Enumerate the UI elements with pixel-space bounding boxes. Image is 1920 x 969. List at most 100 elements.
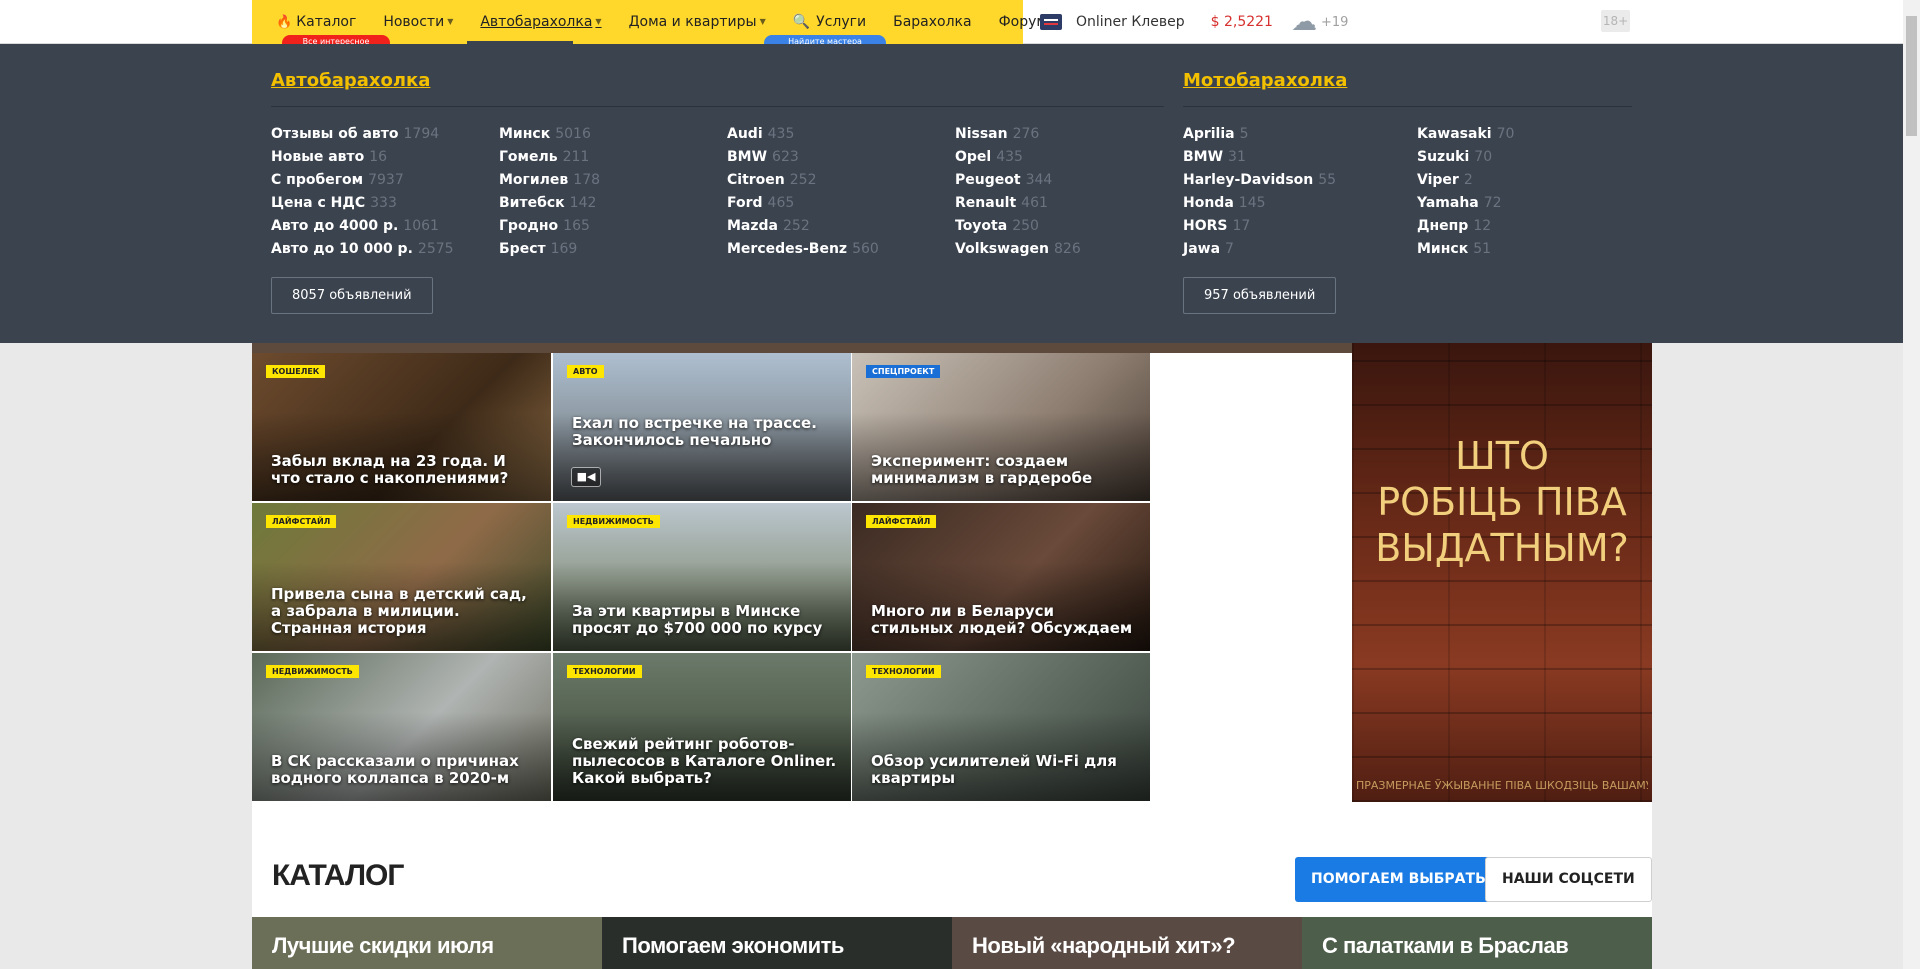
news-tile[interactable]: Лайфстайл Привела сына в детский сад, а з… xyxy=(252,503,551,651)
auto-count-button[interactable]: 8057 объявлений xyxy=(271,277,433,314)
nav-auto[interactable]: Автобарахолка ▼ xyxy=(480,14,601,30)
catalog-card-title: С палатками в Браслав xyxy=(1322,933,1569,958)
dropdown-link[interactable]: Гродно 165 xyxy=(499,215,600,238)
category-tag[interactable]: Лайфстайл xyxy=(266,515,337,528)
listing-count: 70 xyxy=(1474,149,1493,165)
divider xyxy=(1183,106,1632,107)
news-title[interactable]: Привела сына в детский сад, а забрала в … xyxy=(271,586,537,637)
dropdown-link[interactable]: Ford 465 xyxy=(727,192,879,215)
temperature[interactable]: +19 xyxy=(1321,15,1348,30)
category-tag[interactable]: Недвижимость xyxy=(266,665,359,678)
dropdown-link[interactable]: Viper 2 xyxy=(1417,169,1514,192)
dropdown-link[interactable]: С пробегом 7937 xyxy=(271,169,454,192)
news-title[interactable]: Эксперимент: создаем минимализм в гардер… xyxy=(871,453,1136,487)
scrollbar-thumb[interactable] xyxy=(1906,16,1917,136)
news-title[interactable]: Много ли в Беларуси стильных людей? Обсу… xyxy=(871,603,1136,637)
listing-count: 1794 xyxy=(403,126,440,142)
currency-rate[interactable]: $ 2,5221 xyxy=(1211,14,1273,30)
nav-realty[interactable]: Дома и квартиры ▼ xyxy=(629,14,766,30)
dropdown-link[interactable]: Audi 435 xyxy=(727,123,879,146)
dropdown-link[interactable]: Suzuki 70 xyxy=(1417,146,1514,169)
dropdown-link[interactable]: Renault 461 xyxy=(955,192,1081,215)
category-tag[interactable]: Кошелек xyxy=(266,365,326,378)
auto-flea-title[interactable]: Автобарахолка xyxy=(271,70,430,91)
dropdown-link[interactable]: Nissan 276 xyxy=(955,123,1081,146)
dropdown-link[interactable]: Opel 435 xyxy=(955,146,1081,169)
dropdown-link[interactable]: Honda 145 xyxy=(1183,192,1336,215)
dropdown-link[interactable]: Toyota 250 xyxy=(955,215,1081,238)
news-title[interactable]: Забыл вклад на 23 года. И что стало с на… xyxy=(271,453,537,487)
dropdown-link[interactable]: Новые авто 16 xyxy=(271,146,454,169)
dropdown-link[interactable]: Авто до 4000 р. 1061 xyxy=(271,215,454,238)
news-tile[interactable]: Технологии Свежий рейтинг роботов-пылесос… xyxy=(553,653,851,801)
moto-flea-title[interactable]: Мотобарахолка xyxy=(1183,70,1347,91)
news-tile[interactable]: Кошелек Забыл вклад на 23 года. И что ста… xyxy=(252,353,551,501)
dropdown-link[interactable]: Citroen 252 xyxy=(727,169,879,192)
category-tag[interactable]: Спецпроект xyxy=(866,365,941,378)
ad-headline: ШТО РОБІЦЬ ПІВА ВЫДАТНЫМ? xyxy=(1375,434,1629,570)
chevron-down-icon: ▼ xyxy=(447,17,454,26)
catalog-card[interactable]: С палатками в Браслав xyxy=(1302,917,1652,969)
dropdown-link[interactable]: Минск 5016 xyxy=(499,123,600,146)
news-tile[interactable]: Технологии Обзор усилителей Wi-Fi для ква… xyxy=(852,653,1150,801)
dropdown-link[interactable]: Отзывы об авто 1794 xyxy=(271,123,454,146)
catalog-card-title: Лучшие скидки июля xyxy=(272,933,494,958)
dropdown-link[interactable]: BMW 623 xyxy=(727,146,879,169)
listing-count: 31 xyxy=(1228,149,1246,165)
news-tile[interactable]: Недвижимость В СК рассказали о причинах в… xyxy=(252,653,551,801)
catalog-card[interactable]: Помогаем экономить xyxy=(602,917,952,969)
dropdown-link[interactable]: Минск 51 xyxy=(1417,238,1514,261)
category-tag[interactable]: Недвижимость xyxy=(567,515,660,528)
divider xyxy=(271,106,1164,107)
nav-services[interactable]: 🔍 Услуги xyxy=(793,14,866,30)
main-content: Кошелек Забыл вклад на 23 года. И что ста… xyxy=(252,343,1652,969)
help-choose-button[interactable]: ПОМОГАЕМ ВЫБРАТЬ xyxy=(1295,857,1502,902)
listing-count: 7 xyxy=(1225,241,1234,257)
dropdown-link[interactable]: Peugeot 344 xyxy=(955,169,1081,192)
dropdown-link[interactable]: Mazda 252 xyxy=(727,215,879,238)
clever-link[interactable]: Onliner Клевер xyxy=(1076,14,1185,30)
news-tile[interactable]: Недвижимость За эти квартиры в Минске про… xyxy=(553,503,851,651)
page-scrollbar[interactable] xyxy=(1903,0,1920,969)
dropdown-link[interactable]: Могилев 178 xyxy=(499,169,600,192)
dropdown-link[interactable]: Mercedes-Benz 560 xyxy=(727,238,879,261)
news-title[interactable]: Свежий рейтинг роботов-пылесосов в Катал… xyxy=(572,736,837,787)
link-column: Минск 5016 Гомель 211 Могилев 178 Витебск 142 Гр… xyxy=(499,123,600,261)
nav-catalog[interactable]: 🔥 Каталог xyxy=(276,14,356,30)
dropdown-link[interactable]: Volkswagen 826 xyxy=(955,238,1081,261)
dropdown-link[interactable]: Витебск 142 xyxy=(499,192,600,215)
dropdown-link[interactable]: Harley-Davidson 55 xyxy=(1183,169,1336,192)
category-tag[interactable]: Авто xyxy=(567,365,604,378)
news-tile[interactable]: Спецпроект Эксперимент: создаем минимализ… xyxy=(852,353,1150,501)
social-button[interactable]: НАШИ СОЦСЕТИ xyxy=(1485,857,1652,902)
news-title[interactable]: Обзор усилителей Wi-Fi для квартиры xyxy=(871,753,1136,787)
news-tile[interactable]: Лайфстайл Много ли в Беларуси стильных лю… xyxy=(852,503,1150,651)
moto-count-button[interactable]: 957 объявлений xyxy=(1183,277,1337,314)
dropdown-link[interactable]: BMW 31 xyxy=(1183,146,1336,169)
dropdown-link[interactable]: HORS 17 xyxy=(1183,215,1336,238)
news-title[interactable]: В СК рассказали о причинах водного колла… xyxy=(271,753,537,787)
catalog-card[interactable]: Новый «народный хит»? xyxy=(952,917,1302,969)
dropdown-link[interactable]: Yamaha 72 xyxy=(1417,192,1514,215)
beer-ad-banner[interactable]: ШТО РОБІЦЬ ПІВА ВЫДАТНЫМ? ПРАЗМЕРНАЕ ЎЖЫ… xyxy=(1352,343,1652,802)
dropdown-link[interactable]: Гомель 211 xyxy=(499,146,600,169)
category-tag[interactable]: Лайфстайл xyxy=(866,515,937,528)
category-tag[interactable]: Технологии xyxy=(567,665,642,678)
dropdown-link[interactable]: Брест 169 xyxy=(499,238,600,261)
right-navigation: Onliner Клевер $ 2,5221 ☁ +19 xyxy=(1040,0,1348,44)
dropdown-link[interactable]: Цена с НДС 333 xyxy=(271,192,454,215)
dropdown-link[interactable]: Днепр 12 xyxy=(1417,215,1514,238)
catalog-card[interactable]: Лучшие скидки июля xyxy=(252,917,602,969)
listing-count: 51 xyxy=(1473,241,1492,257)
dropdown-link[interactable]: Aprilia 5 xyxy=(1183,123,1336,146)
dropdown-link[interactable]: Kawasaki 70 xyxy=(1417,123,1514,146)
news-tile[interactable]: Авто Ехал по встречке на трассе. Закончил… xyxy=(553,353,851,501)
listing-count: 5 xyxy=(1239,126,1249,142)
news-title[interactable]: За эти квартиры в Минске просят до $700 … xyxy=(572,603,837,637)
category-tag[interactable]: Технологии xyxy=(866,665,941,678)
dropdown-link[interactable]: Авто до 10 000 р. 2575 xyxy=(271,238,454,261)
nav-flea[interactable]: Барахолка xyxy=(893,14,971,30)
nav-news[interactable]: Новости ▼ xyxy=(383,14,453,30)
dropdown-link[interactable]: Jawa 7 xyxy=(1183,238,1336,261)
news-title[interactable]: Ехал по встречке на трассе. Закончилось … xyxy=(572,415,837,449)
